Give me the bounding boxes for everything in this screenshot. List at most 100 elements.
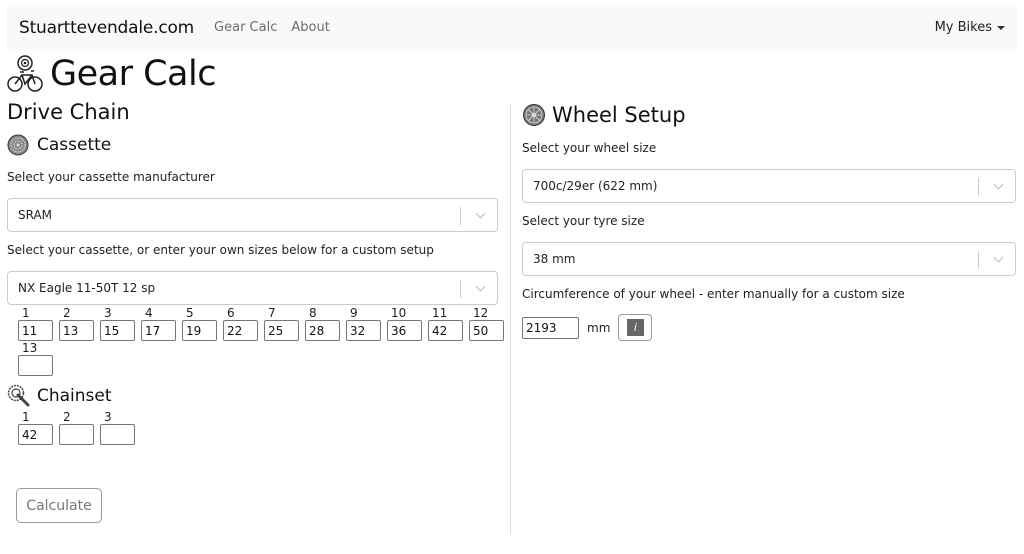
wheel-setup-section: Wheel Setup Select your wheel size 700c/… — [522, 100, 1016, 341]
sprocket-input[interactable] — [100, 320, 135, 341]
sprocket-input[interactable] — [469, 320, 504, 341]
manufacturer-value: SRAM — [18, 208, 53, 222]
sprocket-index: 9 — [350, 306, 358, 320]
chainset-heading-label: Chainset — [37, 386, 112, 406]
circumference-unit: mm — [587, 320, 611, 335]
sprocket-index: 10 — [391, 306, 407, 320]
chevron-down-icon — [475, 208, 486, 219]
chainring-index: 1 — [22, 410, 30, 424]
info-icon: i — [626, 319, 644, 336]
sprocket-field: 3 — [100, 306, 135, 341]
chainring-input[interactable] — [59, 424, 94, 445]
wheel-size-select[interactable]: 700c/29er (622 mm) — [522, 169, 1016, 203]
sprocket-index: 7 — [268, 306, 276, 320]
wheel-size-label: Select your wheel size — [522, 141, 657, 155]
sprocket-input[interactable] — [59, 320, 94, 341]
chainset-icon — [7, 384, 30, 407]
sprocket-input[interactable] — [141, 320, 176, 341]
manufacturer-label: Select your cassette manufacturer — [7, 170, 215, 184]
select-separator — [460, 207, 461, 225]
circumference-input[interactable] — [522, 316, 579, 339]
circumference-row: mm i — [522, 314, 1016, 341]
page-heading: Gear Calc — [50, 54, 216, 94]
sprocket-field: 6 — [223, 306, 258, 341]
sprocket-input[interactable] — [18, 320, 53, 341]
sprocket-index: 4 — [145, 306, 153, 320]
sprocket-field: 7 — [264, 306, 299, 341]
chainring-input[interactable] — [18, 424, 53, 445]
select-separator — [978, 251, 979, 269]
column-divider — [510, 103, 511, 534]
cassette-value: NX Eagle 11-50T 12 sp — [18, 281, 156, 295]
select-separator — [460, 280, 461, 298]
sprocket-index: 6 — [227, 306, 235, 320]
sprocket-field: 10 — [387, 306, 422, 341]
page-title: Gear Calc — [6, 54, 216, 94]
chainset-heading: Chainset — [7, 384, 498, 408]
chainring-input[interactable] — [100, 424, 135, 445]
sprocket-index: 1 — [22, 306, 30, 320]
sprocket-index: 8 — [309, 306, 317, 320]
cassette-select[interactable]: NX Eagle 11-50T 12 sp — [7, 271, 498, 305]
sprocket-field: 11 — [428, 306, 463, 341]
sprocket-index: 5 — [186, 306, 194, 320]
sprocket-input[interactable] — [305, 320, 340, 341]
sprocket-field: 13 — [18, 341, 53, 376]
sprocket-input[interactable] — [223, 320, 258, 341]
tyre-size-label: Select your tyre size — [522, 214, 645, 228]
chainring-field: 2 — [59, 410, 94, 445]
circumference-label: Circumference of your wheel - enter manu… — [522, 287, 905, 301]
my-bikes-label: My Bikes — [934, 20, 992, 35]
sprocket-index: 11 — [432, 306, 448, 320]
wheel-setup-heading-label: Wheel Setup — [552, 103, 686, 127]
drive-chain-section: Drive Chain Cassette Select your cassett… — [7, 100, 504, 523]
chainring-index: 3 — [104, 410, 112, 424]
sprocket-field: 4 — [141, 306, 176, 341]
navbar: Stuarttevendale.com Gear Calc About My B… — [7, 4, 1017, 51]
sprocket-row-2: 13 — [18, 341, 498, 376]
wheel-size-value: 700c/29er (622 mm) — [533, 179, 658, 193]
sprocket-index: 3 — [104, 306, 112, 320]
chevron-down-icon — [993, 179, 1004, 190]
cassette-icon — [7, 134, 29, 156]
sprocket-field: 5 — [182, 306, 217, 341]
sprocket-field: 12 — [469, 306, 504, 341]
nav-link-about[interactable]: About — [291, 20, 329, 35]
tyre-size-value: 38 mm — [533, 252, 576, 266]
chevron-down-icon — [475, 281, 486, 292]
select-separator — [978, 178, 979, 196]
cassette-heading-label: Cassette — [37, 135, 112, 155]
my-bikes-dropdown[interactable]: My Bikes — [935, 20, 1005, 35]
drive-chain-heading: Drive Chain — [7, 100, 130, 124]
bike-cog-icon — [7, 55, 43, 92]
tyre-size-select[interactable]: 38 mm — [522, 242, 1016, 276]
cassette-heading: Cassette — [7, 134, 498, 156]
nav-link-gear-calc[interactable]: Gear Calc — [214, 20, 277, 35]
chevron-down-icon — [993, 252, 1004, 263]
sprocket-field: 9 — [346, 306, 381, 341]
brand-link[interactable]: Stuarttevendale.com — [19, 18, 194, 38]
sprocket-index: 12 — [473, 306, 489, 320]
sprocket-input[interactable] — [264, 320, 299, 341]
sprocket-input[interactable] — [387, 320, 422, 341]
sprocket-index: 2 — [63, 306, 71, 320]
wheel-icon — [523, 104, 545, 126]
chainring-field: 1 — [18, 410, 53, 445]
sprocket-input[interactable] — [18, 355, 53, 376]
wheel-setup-heading: Wheel Setup — [522, 103, 1016, 127]
sprocket-row-1: 1 2 3 4 5 6 7 8 9 10 11 12 — [18, 306, 504, 341]
sprocket-input[interactable] — [182, 320, 217, 341]
sprocket-input[interactable] — [346, 320, 381, 341]
sprocket-field: 8 — [305, 306, 340, 341]
sprocket-input[interactable] — [428, 320, 463, 341]
sprocket-index: 13 — [22, 341, 38, 355]
chainring-row: 1 2 3 — [18, 410, 498, 445]
sprocket-field: 1 — [18, 306, 53, 341]
info-button[interactable]: i — [618, 314, 653, 341]
sprocket-field: 2 — [59, 306, 94, 341]
chainring-index: 2 — [63, 410, 71, 424]
manufacturer-select[interactable]: SRAM — [7, 198, 498, 232]
calculate-button[interactable]: Calculate — [16, 488, 102, 523]
chainring-field: 3 — [100, 410, 135, 445]
cassette-label: Select your cassette, or enter your own … — [7, 243, 434, 257]
